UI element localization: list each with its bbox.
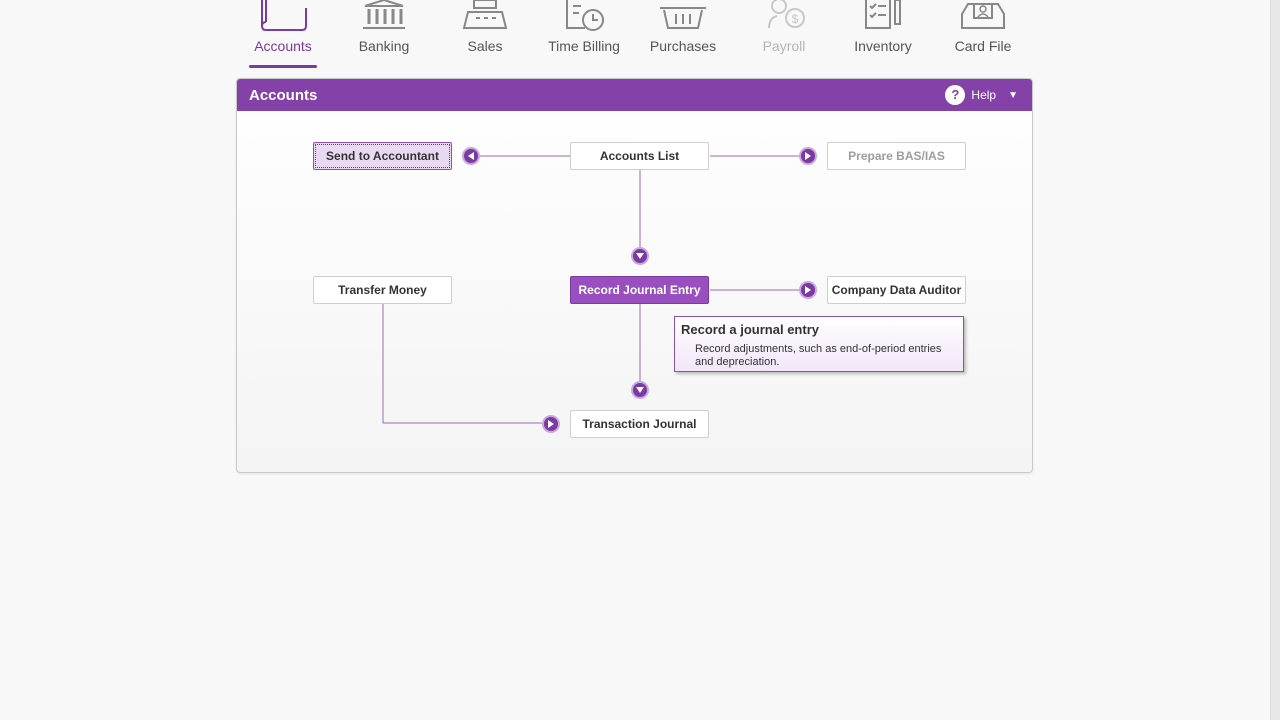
nav-label: Payroll xyxy=(762,38,806,54)
checklist-icon xyxy=(865,0,901,29)
tooltip: Record a journal entry Record adjustment… xyxy=(674,316,964,372)
arrow-down-icon xyxy=(631,247,649,265)
nav-label: Time Billing xyxy=(548,38,620,54)
nav-label: Sales xyxy=(467,38,503,54)
nav-label: Purchases xyxy=(649,38,717,54)
company-data-auditor-button[interactable]: Company Data Auditor xyxy=(827,276,966,304)
tooltip-body: Record adjustments, such as end-of-perio… xyxy=(695,343,942,368)
payroll-person-dollar-icon: $ xyxy=(768,0,805,29)
accounts-panel: Accounts ? Help ▼ Send to Accountant Acc… xyxy=(236,78,1033,473)
nav-payroll[interactable]: $ Payroll xyxy=(734,0,834,70)
connector-line xyxy=(382,304,542,424)
arrow-right-icon xyxy=(799,147,817,165)
nav-accounts[interactable]: Accounts xyxy=(233,0,333,70)
active-tab-indicator xyxy=(249,65,317,68)
nav-label: Banking xyxy=(358,38,410,54)
vertical-scrollbar[interactable] xyxy=(1270,0,1280,720)
tooltip-title: Record a journal entry xyxy=(681,322,819,337)
accounts-list-button[interactable]: Accounts List xyxy=(570,142,709,170)
cash-register-icon xyxy=(462,0,508,29)
basket-icon xyxy=(660,7,706,29)
clock-document-icon xyxy=(566,0,604,31)
arrow-down-icon xyxy=(631,381,649,399)
arrow-left-icon xyxy=(462,147,480,165)
arrow-right-icon xyxy=(799,281,817,299)
nav-sales[interactable]: Sales xyxy=(435,0,535,70)
card-file-icon xyxy=(961,3,1005,29)
bank-icon xyxy=(363,0,405,29)
arrow-right-icon xyxy=(542,415,560,433)
nav-label: Inventory xyxy=(854,38,912,54)
nav-purchases[interactable]: Purchases xyxy=(633,0,733,70)
svg-text:$: $ xyxy=(792,12,799,26)
nav-banking[interactable]: Banking xyxy=(334,0,434,70)
nav-label: Card File xyxy=(954,38,1012,54)
nav-inventory[interactable]: Inventory xyxy=(833,0,933,70)
transaction-journal-button[interactable]: Transaction Journal xyxy=(570,410,709,438)
prepare-bas-ias-button[interactable]: Prepare BAS/IAS xyxy=(827,142,966,170)
nav-label: Accounts xyxy=(254,38,312,54)
record-journal-entry-button[interactable]: Record Journal Entry xyxy=(570,276,709,304)
nav-card-file[interactable]: Card File xyxy=(933,0,1033,70)
nav-time-billing[interactable]: Time Billing xyxy=(534,0,634,70)
folder-icon xyxy=(261,0,307,31)
send-to-accountant-button[interactable]: Send to Accountant xyxy=(313,142,452,170)
transfer-money-button[interactable]: Transfer Money xyxy=(313,276,452,304)
